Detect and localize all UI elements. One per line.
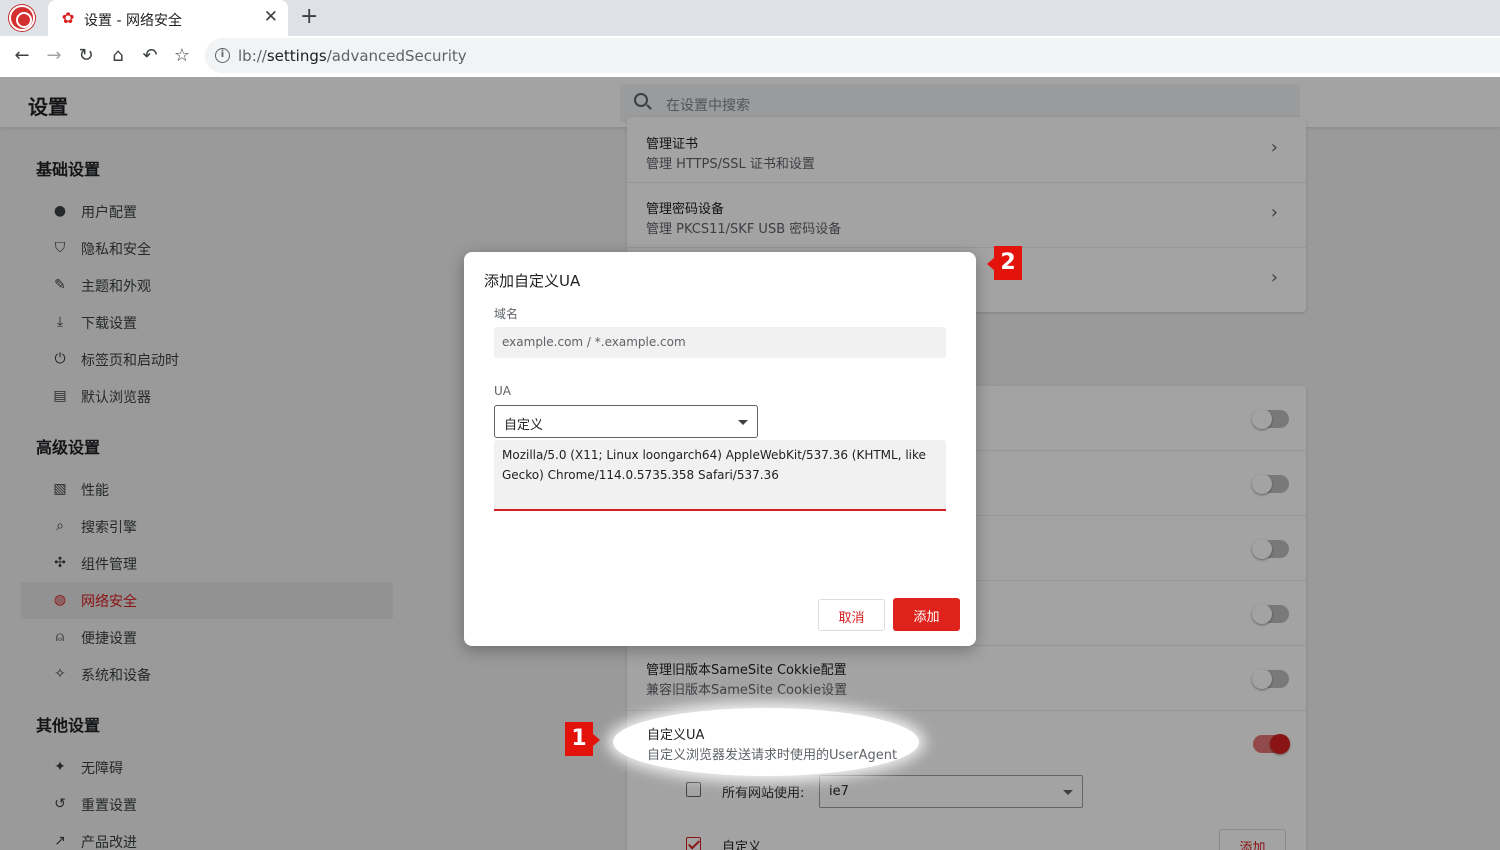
domain-input[interactable]: example.com / *.example.com [494, 327, 946, 358]
ua-label: UA [494, 384, 511, 398]
add-label: 添加 [913, 610, 940, 625]
url-text: lb://settings/advancedSecurity [238, 47, 467, 65]
domain-placeholder: example.com / *.example.com [502, 335, 686, 349]
gear-icon: ✿ [61, 9, 75, 27]
forward-icon[interactable]: → [41, 43, 67, 69]
reload-icon[interactable]: ↻ [73, 43, 99, 69]
custom-ua-title: 自定义UA [647, 728, 705, 743]
dialog-title: 添加自定义UA [484, 272, 581, 290]
star-icon[interactable]: ☆ [169, 43, 195, 69]
back-icon[interactable]: ← [9, 43, 35, 69]
toolbar: ← → ↻ ⌂ ↶ ☆ i lb://settings/advancedSecu… [0, 36, 1500, 76]
undo-icon[interactable]: ↶ [137, 43, 163, 69]
ua-select-value: 自定义 [504, 418, 544, 433]
address-bar[interactable]: i lb://settings/advancedSecurity [205, 38, 1500, 73]
annotation-marker-2: 2 [987, 246, 1022, 280]
cancel-button[interactable]: 取消 [818, 599, 885, 631]
caret-down-icon [738, 420, 748, 425]
tab-title: 设置 - 网络安全 [84, 13, 182, 29]
settings-page: 设置 在设置中搜索 基础设置 ● 用户配置 ⛉ 隐私和安全 ✎ 主题和外观 ⤓ 下载设置… [0, 77, 1500, 850]
add-button[interactable]: 添加 [893, 598, 960, 631]
add-custom-ua-dialog: 添加自定义UA 域名 example.com / *.example.com U… [464, 252, 976, 646]
tab-bar: ✿ 设置 - 网络安全 ✕ + [0, 0, 1500, 36]
custom-ua-subtitle: 自定义浏览器发送请求时使用的UserAgent [647, 748, 898, 763]
annotation-marker-1: 1 [565, 722, 600, 756]
ua-textarea[interactable]: Mozilla/5.0 (X11; Linux loongarch64) App… [494, 440, 946, 511]
tab-settings[interactable]: ✿ 设置 - 网络安全 ✕ [48, 0, 288, 36]
home-icon[interactable]: ⌂ [105, 43, 131, 69]
info-icon[interactable]: i [215, 48, 230, 63]
cancel-label: 取消 [838, 611, 865, 626]
close-icon[interactable]: ✕ [264, 8, 278, 26]
custom-ua-highlight: 自定义UA 自定义浏览器发送请求时使用的UserAgent [613, 708, 919, 776]
new-tab-icon[interactable]: + [300, 5, 318, 29]
ua-text-value: Mozilla/5.0 (X11; Linux loongarch64) App… [502, 448, 926, 482]
ua-type-select[interactable]: 自定义 [494, 405, 758, 438]
browser-logo-icon[interactable] [9, 5, 35, 31]
domain-label: 域名 [494, 307, 519, 321]
